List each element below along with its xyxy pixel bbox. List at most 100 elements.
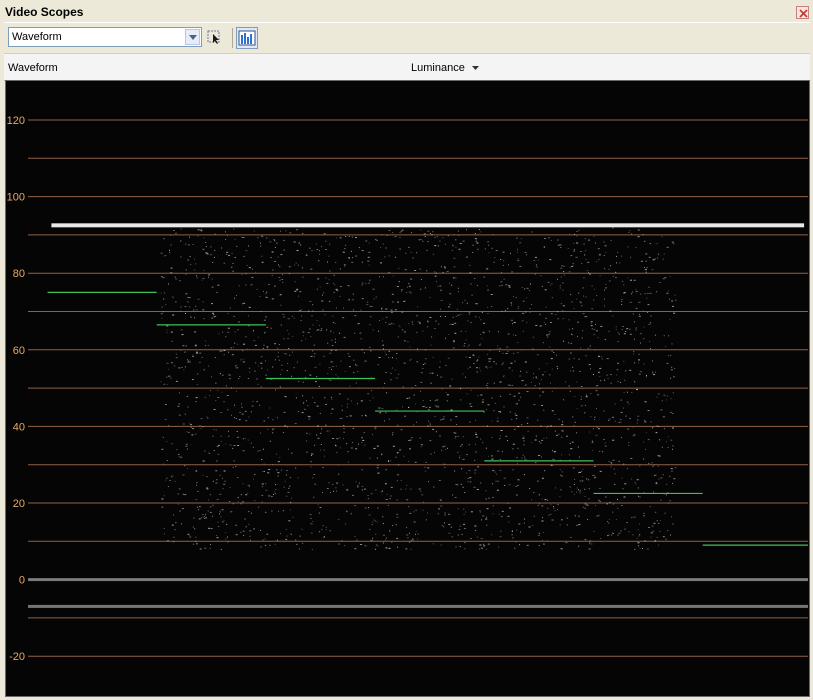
waveform-sample [665, 538, 667, 540]
waveform-sample [427, 321, 429, 323]
waveform-sample [673, 478, 676, 480]
waveform-sample [298, 381, 300, 383]
waveform-sample [638, 373, 641, 375]
waveform-sample [231, 414, 232, 416]
waveform-sample [316, 425, 319, 427]
waveform-sample [173, 536, 175, 538]
waveform-sample [174, 529, 176, 531]
waveform-sample [604, 289, 605, 291]
waveform-sample [196, 309, 198, 311]
waveform-sample [527, 430, 529, 432]
waveform-sample [376, 544, 378, 546]
waveform-sample [242, 350, 244, 352]
waveform-sample [642, 310, 644, 312]
scope-type-select[interactable]: Waveform [8, 27, 202, 47]
waveform-sample [523, 444, 525, 446]
waveform-sample [286, 535, 288, 537]
waveform-sample [605, 283, 607, 285]
waveform-sample [463, 508, 465, 510]
waveform-sample [166, 376, 168, 378]
waveform-sample [665, 277, 667, 279]
waveform-sample [668, 335, 670, 337]
waveform-sample [282, 432, 284, 433]
waveform-sample [596, 385, 599, 387]
waveform-sample [461, 534, 463, 535]
waveform-sample [261, 459, 263, 460]
waveform-sample [409, 512, 412, 514]
waveform-sample [314, 353, 316, 355]
waveform-sample [569, 266, 571, 268]
waveform-sample [510, 304, 512, 306]
waveform-sample [344, 265, 345, 267]
waveform-sample [576, 231, 578, 232]
waveform-sample [648, 286, 651, 288]
waveform-sample [522, 330, 524, 332]
waveform-sample [662, 536, 665, 538]
waveform-sample [319, 363, 321, 365]
waveform-sample [260, 356, 263, 358]
waveform-sample [531, 303, 533, 305]
dropdown-button[interactable] [185, 29, 200, 45]
waveform-sample [650, 322, 652, 324]
waveform-sample [367, 301, 369, 303]
waveform-sample [481, 312, 483, 314]
waveform-sample [476, 284, 478, 286]
pick-button[interactable] [206, 28, 224, 46]
waveform-sample [665, 494, 667, 496]
waveform-sample [263, 463, 265, 465]
waveform-sample [557, 368, 559, 370]
waveform-sample [649, 340, 651, 342]
waveform-sample [462, 373, 464, 375]
close-button[interactable] [796, 6, 809, 19]
waveform-sample [453, 257, 456, 259]
waveform-sample [425, 461, 427, 463]
waveform-sample [277, 475, 279, 477]
waveform-sample [235, 295, 237, 296]
waveform-sample [324, 397, 326, 399]
mode-selector[interactable]: Luminance [411, 62, 465, 74]
waveform-sample [205, 517, 208, 519]
waveform-sample [242, 237, 245, 238]
histogram-toggle-button[interactable] [236, 27, 258, 49]
waveform-sample [415, 509, 418, 511]
waveform-sample [436, 281, 438, 283]
waveform-sample [396, 409, 398, 411]
waveform-sample [425, 358, 427, 360]
waveform-sample [617, 341, 620, 343]
waveform-sample [675, 299, 677, 301]
waveform-sample [598, 428, 600, 430]
waveform-sample [595, 330, 598, 332]
waveform-sample [262, 483, 264, 485]
waveform-sample [361, 469, 363, 471]
waveform-sample [548, 331, 551, 333]
waveform-sample [160, 313, 163, 315]
waveform-sample [612, 315, 614, 317]
waveform-sample [398, 464, 400, 466]
waveform-sample [671, 516, 673, 518]
waveform-sample [216, 445, 219, 447]
waveform-sample [194, 317, 196, 319]
waveform-sample [310, 517, 312, 519]
waveform-sample [554, 430, 556, 432]
waveform-sample [593, 374, 594, 375]
waveform-sample [301, 315, 303, 317]
waveform-sample [445, 337, 447, 339]
waveform-sample [630, 458, 633, 459]
waveform-sample [445, 448, 447, 450]
waveform-sample [442, 272, 444, 274]
waveform-sample [601, 356, 603, 358]
waveform-sample [214, 316, 217, 317]
waveform-sample [470, 481, 472, 483]
waveform-sample [429, 317, 432, 318]
waveform-sample [326, 526, 327, 528]
mode-dropdown-icon[interactable] [472, 66, 479, 70]
waveform-sample [426, 270, 428, 272]
waveform-sample [178, 403, 180, 405]
waveform-sample [410, 232, 412, 234]
waveform-sample [507, 308, 509, 310]
waveform-sample [610, 265, 611, 267]
waveform-sample [451, 323, 454, 325]
waveform-sample [475, 434, 478, 435]
waveform-sample [413, 424, 415, 426]
waveform-sample [585, 296, 587, 298]
